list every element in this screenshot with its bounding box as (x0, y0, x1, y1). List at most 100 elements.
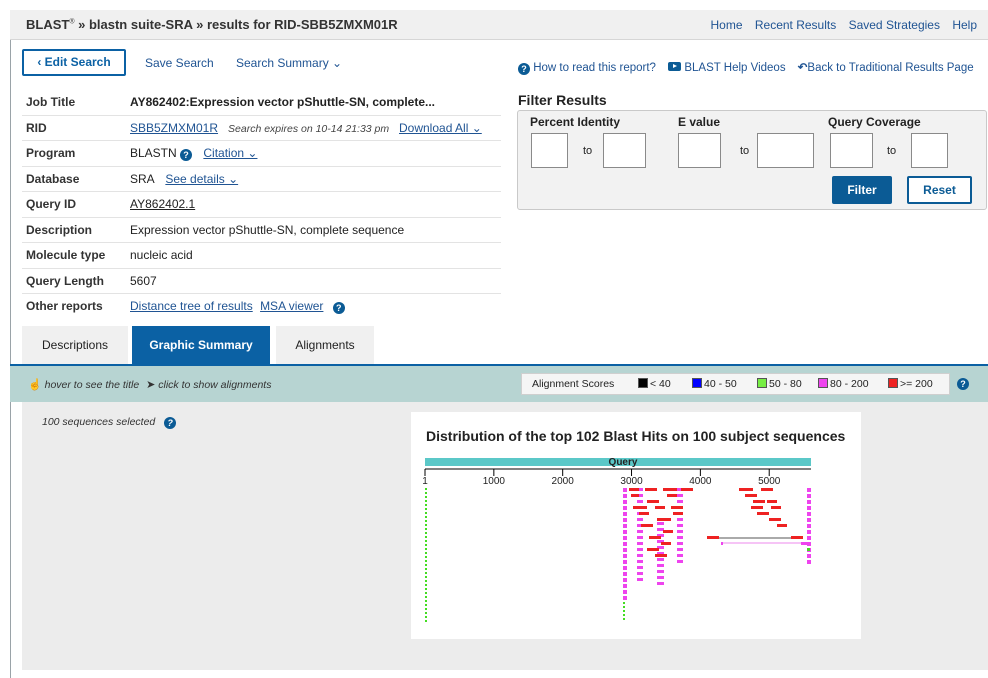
hit-segment (425, 568, 427, 570)
hit-segment (757, 512, 769, 515)
filter-button[interactable]: Filter (832, 176, 892, 204)
download-all-link[interactable]: Download All ⌄ (399, 121, 482, 135)
hit-segment (425, 592, 427, 594)
query-coverage-min-input[interactable] (830, 133, 873, 168)
hit-segment (623, 590, 627, 594)
hit-segment (661, 542, 671, 545)
tab-alignments[interactable]: Alignments (276, 326, 374, 364)
nav-help-link[interactable]: Help (952, 18, 977, 32)
hit-segment (667, 494, 677, 497)
axis-tick-label: 3000 (620, 476, 643, 487)
percent-identity-max-input[interactable] (603, 133, 646, 168)
percent-identity-min-input[interactable] (531, 133, 568, 168)
job-title-value: AY862402:Expression vector pShuttle-SN, … (130, 95, 435, 109)
nav-recent-results-link[interactable]: Recent Results (755, 18, 836, 32)
rid-value-group: SBB5ZMXM01R Search expires on 10-14 21:33… (130, 121, 389, 135)
tab-graphic-summary[interactable]: Graphic Summary (132, 326, 270, 364)
e-value-max-input[interactable] (757, 133, 814, 168)
program-label: Program (26, 146, 76, 160)
database-value: SRA (130, 171, 155, 186)
other-reports-help-icon[interactable]: ? (332, 302, 345, 314)
graphic-summary-area: 100 sequences selected ? Distribution of… (22, 402, 988, 670)
hit-segment (623, 548, 627, 552)
hit-segment (807, 488, 811, 492)
video-play-icon (668, 62, 682, 71)
job-info-table: Job Title AY862402:Expression vector pSh… (22, 90, 501, 320)
hit-segment (739, 488, 753, 491)
hit-segment (425, 536, 427, 538)
hit-segment (425, 556, 427, 558)
reset-button[interactable]: Reset (907, 176, 972, 204)
back-traditional-link[interactable]: ↶Back to Traditional Results Page (798, 62, 974, 74)
hit-segment (425, 588, 427, 590)
program-help-icon[interactable]: ? (180, 149, 193, 161)
query-coverage-max-input[interactable] (911, 133, 948, 168)
legend-item-50-80: 50 - 80 (757, 378, 802, 390)
legend-label-gte200: >= 200 (900, 378, 933, 390)
hit-segment (657, 582, 664, 585)
rid-label: RID (26, 120, 47, 135)
hit-segment (637, 566, 643, 569)
hit-segment (425, 552, 427, 554)
citation-link[interactable]: Citation ⌄ (203, 146, 257, 160)
database-row: Database SRA See details ⌄ (22, 167, 501, 192)
hit-segment (623, 500, 627, 504)
hit-segment (767, 500, 777, 503)
rid-link[interactable]: SBB5ZMXM01R (130, 121, 218, 135)
hit-segment (677, 536, 683, 539)
legend-item-lt40: < 40 (638, 378, 671, 390)
distance-tree-link[interactable]: Distance tree of results (130, 299, 253, 313)
legend-title: Alignment Scores (532, 378, 615, 390)
hit-segment (425, 612, 427, 614)
edit-search-button[interactable]: ‹ Edit Search (22, 49, 126, 76)
hit-segment (425, 564, 427, 566)
percent-identity-to: to (583, 145, 593, 157)
hit-segment (425, 528, 427, 530)
hit-distribution-graphic[interactable]: Query 1 1000 2000 3000 4000 5000 (411, 412, 861, 639)
hand-pointer-icon: ☝ (28, 379, 42, 391)
search-summary-dropdown[interactable]: Search Summary ⌄ (236, 56, 342, 70)
hit-segment (677, 500, 683, 503)
how-to-read-link[interactable]: ? How to read this report? (518, 62, 656, 75)
hit-segment (681, 488, 693, 491)
blast-brand[interactable]: BLAST (26, 17, 69, 32)
hit-segment (807, 512, 811, 516)
cursor-arrow-icon: ➤ (146, 379, 156, 391)
save-search-link[interactable]: Save Search (145, 56, 214, 70)
rid-row: RID SBB5ZMXM01R Search expires on 10-14 2… (22, 116, 501, 141)
nav-saved-strategies-link[interactable]: Saved Strategies (849, 18, 940, 32)
see-details-link[interactable]: See details ⌄ (165, 172, 238, 186)
hit-segment (801, 542, 807, 545)
hit-segment (807, 494, 811, 498)
molecule-row: Molecule type nucleic acid (22, 243, 501, 269)
hit-segment (657, 570, 664, 573)
hit-segment (623, 542, 627, 546)
hit-segment (623, 488, 627, 492)
legend-item-80-200: 80 - 200 (818, 378, 869, 390)
hit-segment (807, 506, 811, 510)
hit-segment (657, 522, 664, 525)
hit-segment (791, 536, 803, 539)
e-value-min-input[interactable] (678, 133, 721, 168)
hit-segment (677, 542, 683, 545)
query-id-link[interactable]: AY862402.1 (130, 197, 195, 211)
e-value-to: to (740, 145, 750, 157)
hit-segment (425, 576, 427, 578)
msa-viewer-link[interactable]: MSA viewer (260, 299, 323, 313)
query-length-label: Query Length (26, 273, 105, 288)
graphic-help-icon[interactable]: ? (957, 378, 969, 390)
hit-segment (637, 518, 643, 521)
back-traditional-label: Back to Traditional Results Page (807, 62, 974, 74)
tab-descriptions[interactable]: Descriptions (22, 326, 128, 364)
database-label: Database (26, 171, 80, 186)
hit-segment (745, 494, 757, 497)
axis-tick-label: 5000 (758, 476, 781, 487)
program-value: BLASTN (130, 146, 177, 160)
hit-segment (647, 548, 659, 551)
nav-home-link[interactable]: Home (711, 18, 743, 32)
hit-segment (623, 512, 627, 516)
alignment-score-legend: Alignment Scores < 40 40 - 50 50 - 80 80… (521, 373, 950, 395)
hit-segment (623, 596, 627, 600)
help-videos-link[interactable]: BLAST Help Videos (668, 62, 786, 74)
selected-help-icon[interactable]: ? (164, 417, 177, 429)
